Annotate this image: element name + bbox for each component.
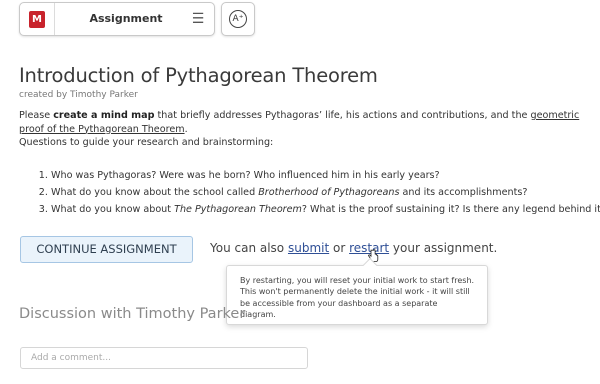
alt-text: You can also: [210, 241, 288, 255]
comment-input[interactable]: [20, 347, 308, 369]
question-text: ? What is the proof sustaining it? Is th…: [301, 204, 600, 215]
hamburger-icon[interactable]: ☰: [190, 10, 206, 28]
question-text: Who was Pythagoras? Were was he born? Wh…: [51, 170, 440, 181]
app-logo[interactable]: M: [29, 11, 45, 28]
question-text: What do you know about the school called: [51, 187, 259, 198]
list-item: Who was Pythagoras? Were was he born? Wh…: [51, 167, 599, 184]
intro-text: .: [184, 123, 188, 135]
discussion-heading: Discussion with Timothy Parker: [19, 306, 246, 322]
question-text: What do you know about: [51, 204, 175, 215]
header-title: Assignment: [89, 12, 163, 25]
list-item: What do you know about the school called…: [51, 184, 599, 201]
intro-text: that briefly addresses Pythagoras’ life,…: [154, 110, 531, 121]
restart-tooltip: By restarting, you will reset your initi…: [226, 257, 488, 325]
submit-link[interactable]: submit: [288, 241, 329, 255]
question-text: and its accomplishments?: [399, 187, 528, 198]
font-size-button[interactable]: A⁺: [221, 2, 255, 36]
font-size-icon: A⁺: [229, 10, 247, 28]
assignment-instructions: Please create a mind map that briefly ad…: [19, 109, 594, 136]
continue-assignment-button[interactable]: CONTINUE ASSIGNMENT: [20, 236, 193, 263]
alt-text: your assignment.: [389, 241, 498, 255]
alt-text: or: [329, 241, 350, 255]
alternative-actions: You can also submit or restart your assi…: [210, 241, 497, 255]
question-list: Who was Pythagoras? Were was he born? Wh…: [39, 167, 600, 218]
tooltip-text: By restarting, you will reset your initi…: [240, 276, 475, 319]
questions-intro: Questions to guide your research and bra…: [19, 137, 274, 148]
question-italic: The Pythagorean Theorem: [174, 204, 302, 215]
header-divider: [54, 3, 55, 35]
question-italic: Brotherhood of Pythagoreans: [258, 187, 400, 198]
intro-text: Please: [19, 110, 54, 121]
assignment-header: M Assignment ☰: [19, 2, 215, 36]
list-item: What do you know about The Pythagorean T…: [51, 201, 600, 218]
intro-bold-text: create a mind map: [53, 110, 155, 121]
author-byline: created by Timothy Parker: [19, 90, 138, 100]
page-title: Introduction of Pythagorean Theorem: [19, 64, 378, 87]
